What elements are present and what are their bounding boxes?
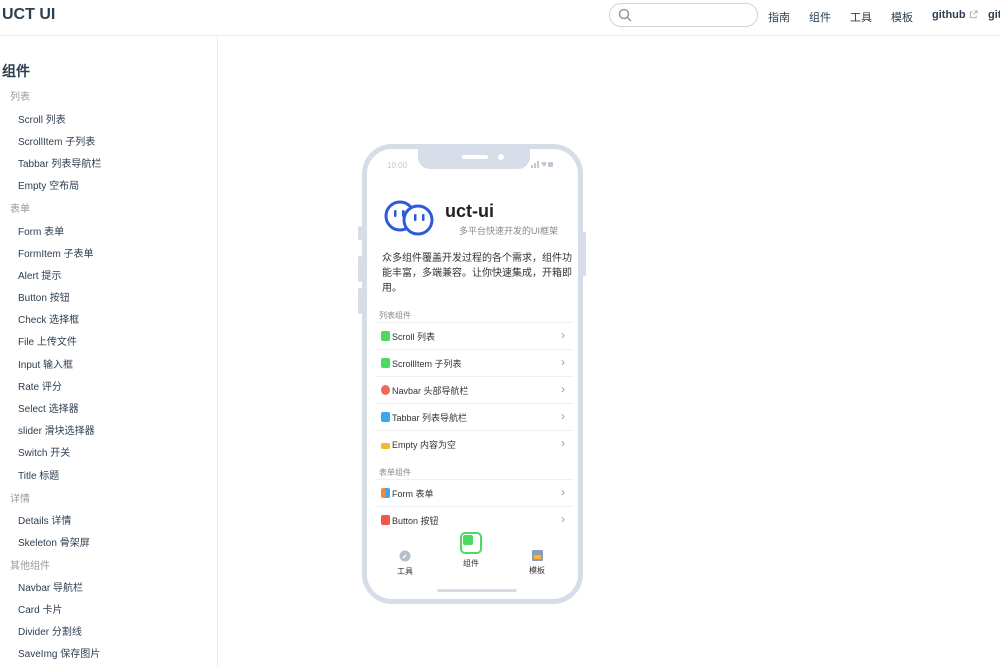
tab-templates[interactable]: 模板 [517,550,557,576]
wrench-icon [399,550,411,562]
sidebar-group-label: 表单 [10,204,30,215]
sidebar-item[interactable]: Input 输入框 [18,356,73,371]
sidebar-item[interactable]: FormItem 子表单 [18,245,94,260]
row-label: Button 按钮 [392,516,439,526]
tab-label: 模板 [529,566,545,575]
section-label-form: 表单组件 [379,468,411,477]
list-row[interactable]: Button 按钮 › [375,506,573,533]
tab-label: 工具 [397,567,413,576]
external-link-icon [969,10,978,19]
nav-link-components[interactable]: 组件 [809,9,831,25]
app-description: 众多组件覆盖开发过程的各个需求，组件功能丰富，多端兼容。让你快速集成，开箱即用。 [382,253,572,294]
sidebar-item[interactable]: Tabbar 列表导航栏 [18,155,101,170]
row-label: Navbar 头部导航栏 [392,386,469,396]
sidebar-item[interactable]: Empty 空布局 [18,177,79,192]
row-label: Form 表单 [392,489,434,499]
sidebar-group-label: 详情 [10,494,30,505]
sidebar-item[interactable]: Card 卡片 [18,601,62,616]
sidebar-item[interactable]: Navbar 导航栏 [18,579,83,594]
sidebar-item[interactable]: Details 详情 [18,512,71,527]
chevron-right-icon: › [561,382,565,396]
sidebar-group-label: 其他组件 [10,561,50,572]
app-name: uct-ui [445,201,494,221]
chevron-right-icon: › [561,355,565,369]
sidebar-item[interactable]: SaveImg 保存图片 [18,645,100,660]
sidebar-item[interactable]: File 上传文件 [18,333,77,348]
top-navbar: UCT UI 指南 组件 工具 模板 github git [0,0,1000,36]
uct-logo-icon [384,200,434,236]
row-label: Scroll 列表 [392,332,436,342]
status-icons [531,160,553,170]
empty-box-icon [381,443,390,449]
phone-speaker [462,155,488,159]
app-subtitle: 多平台快速开发的UI框架 [459,226,559,236]
sidebar-item[interactable]: Title 标题 [18,467,59,482]
list-row[interactable]: Form 表单 › [375,479,573,506]
sidebar-item[interactable]: Alert 提示 [18,267,61,282]
nav-link-guide[interactable]: 指南 [768,9,790,25]
tabbar-icon [381,412,390,422]
phone-notch [418,149,530,169]
chevron-right-icon: › [561,409,565,423]
chevron-right-icon: › [561,485,565,499]
sidebar-item[interactable]: slider 滑块选择器 [18,422,95,437]
sidebar-item[interactable]: ScrollItem 子列表 [18,133,95,148]
list-row[interactable]: Navbar 头部导航栏 › [375,376,573,403]
document-icon [381,331,390,341]
navbar-icon [381,385,390,395]
nav-link-github-2[interactable]: git [988,9,1000,21]
sidebar-item[interactable]: Form 表单 [18,223,64,238]
document-icon [381,358,390,368]
sidebar-heading: 组件 [2,63,30,79]
search-box[interactable] [609,3,758,27]
row-label: Tabbar 列表导航栏 [392,413,468,423]
tab-label: 组件 [463,559,479,568]
sidebar-group-label: 列表 [10,92,30,103]
chevron-right-icon: › [561,436,565,450]
tab-tools[interactable]: 工具 [385,550,425,577]
list-row[interactable]: Tabbar 列表导航栏 › [375,403,573,430]
nav-links: 指南 组件 工具 模板 github [768,9,984,25]
nav-link-templates[interactable]: 模板 [891,9,913,25]
search-icon [618,8,632,22]
tab-components[interactable]: 组件 [451,532,491,569]
row-label: ScrollItem 子列表 [392,359,462,369]
site-title[interactable]: UCT UI [2,6,55,24]
row-label: Empty 内容为空 [392,440,457,450]
sidebar-item[interactable]: Button 按钮 [18,289,70,304]
nav-link-tools[interactable]: 工具 [850,9,872,25]
sidebar-item[interactable]: Divider 分割线 [18,623,82,638]
home-indicator [437,589,517,592]
search-input[interactable] [638,6,748,24]
sidebar: 组件 列表 Scroll 列表 ScrollItem 子列表 Tabbar 列表… [0,36,218,667]
list-row[interactable]: ScrollItem 子列表 › [375,349,573,376]
phone-camera [498,154,504,160]
signal-icon [531,161,553,168]
sidebar-item[interactable]: Check 选择框 [18,311,79,326]
phone-tabbar: 工具 组件 模板 [367,532,578,594]
button-icon [381,515,390,525]
nav-link-github[interactable]: github [932,9,978,25]
list-row[interactable]: Empty 内容为空 › [375,430,573,457]
status-time: 10:00 [387,161,408,170]
list-row[interactable]: Scroll 列表 › [375,322,573,349]
sidebar-item[interactable]: Scroll 列表 [18,111,66,126]
template-icon [531,550,543,561]
sidebar-item[interactable]: Switch 开关 [18,444,70,459]
chevron-right-icon: › [561,512,565,526]
sidebar-item[interactable]: Select 选择器 [18,400,79,415]
section-label-list: 列表组件 [379,311,411,320]
github-label: github [932,9,966,21]
chevron-right-icon: › [561,328,565,342]
phone-preview: 10:00 uct-ui 多平台快速开发的UI框架 众多组件覆盖开发过程的各个需… [362,144,583,604]
components-icon [460,532,482,554]
sidebar-item[interactable]: Rate 评分 [18,378,62,393]
form-grid-icon [381,488,390,498]
sidebar-item[interactable]: Skeleton 骨架屏 [18,534,90,549]
